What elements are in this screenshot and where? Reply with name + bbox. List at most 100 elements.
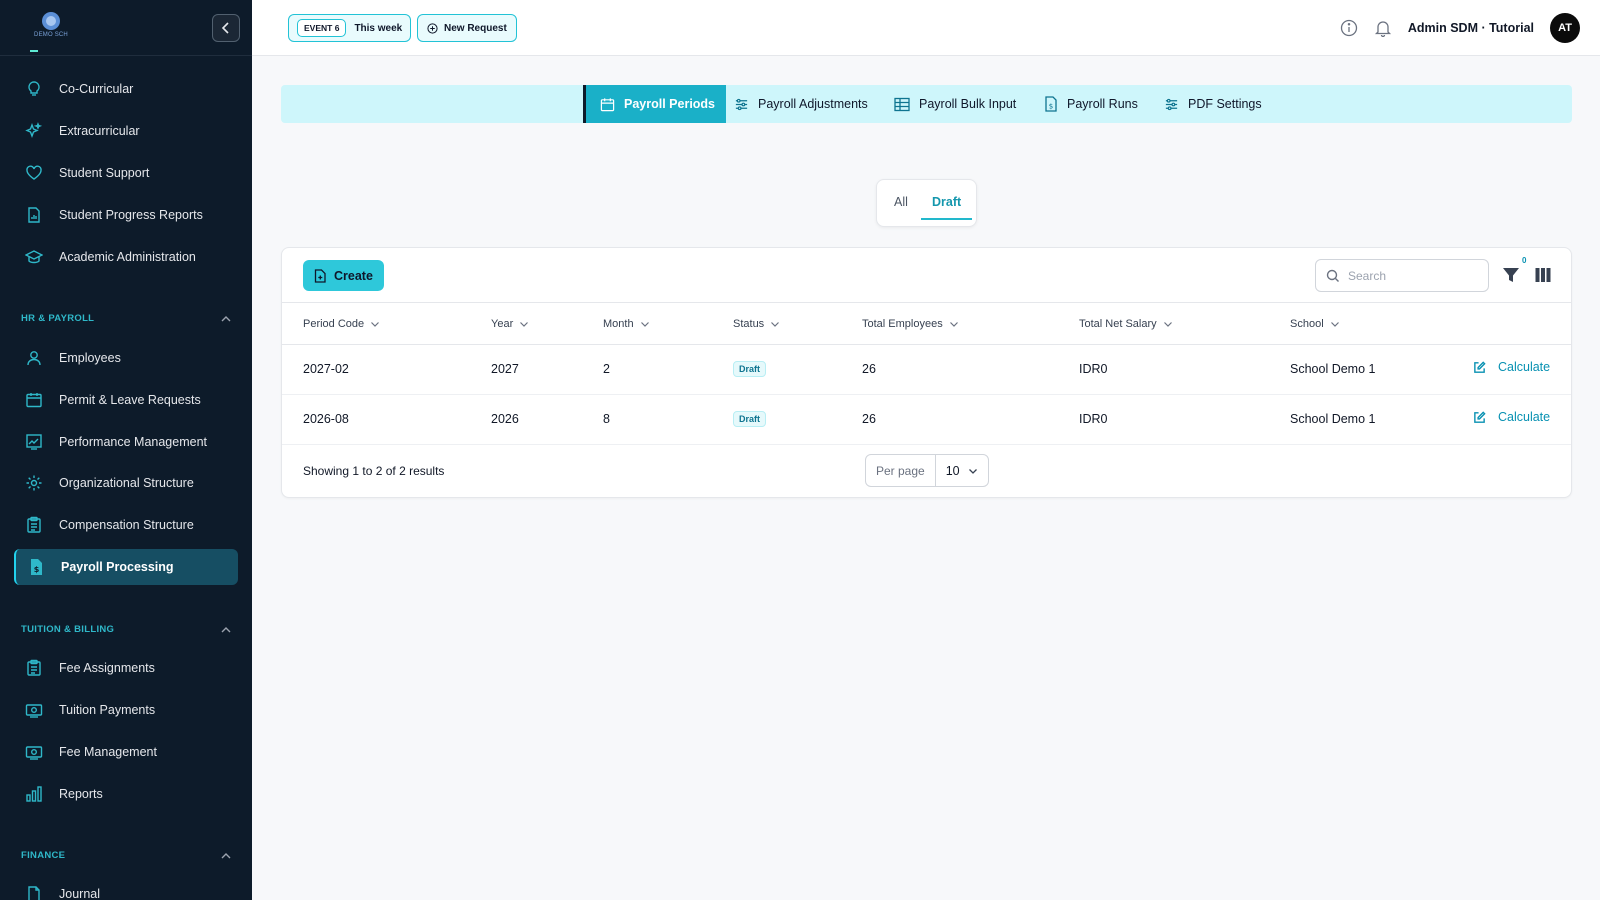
sidebar-header: DEMO SCH <box>0 0 252 56</box>
active-filter-underline <box>921 218 972 220</box>
per-page-value: 10 <box>936 464 988 478</box>
info-icon[interactable] <box>1340 19 1358 37</box>
per-page-select[interactable]: Per page 10 <box>865 454 989 487</box>
cell-school: School Demo 1 <box>1290 412 1376 426</box>
avatar[interactable]: AT <box>1550 13 1580 43</box>
cell-month: 8 <box>603 412 610 426</box>
cell-month: 2 <box>603 362 610 376</box>
sidebar-item-co-curricular[interactable]: Co-Curricular <box>14 71 238 107</box>
column-header-total-employees[interactable]: Total Employees <box>862 318 959 330</box>
search-input[interactable] <box>1348 268 1468 283</box>
columns-icon[interactable] <box>1535 267 1551 283</box>
sidebar-section-tuition-billing[interactable]: TUITION & BILLING <box>21 624 231 635</box>
edit-icon <box>1474 360 1486 373</box>
table-row[interactable]: 2027-02 2027 2 Draft 26 IDR0 School Demo… <box>282 345 1571 395</box>
user-name[interactable]: Admin SDM · Tutorial <box>1408 21 1534 35</box>
chevron-down-icon <box>371 322 380 327</box>
chevron-down-icon <box>1163 322 1172 327</box>
sidebar-item-academic-administration[interactable]: Academic Administration <box>14 239 238 275</box>
user-icon <box>24 348 44 368</box>
sidebar-item-label: Permit & Leave Requests <box>59 393 201 407</box>
calculate-action[interactable]: Calculate <box>1473 360 1550 374</box>
table-header: Period Code Year Month Status Total Empl… <box>282 302 1571 345</box>
edit-icon <box>1474 410 1486 423</box>
chevron-down-icon <box>771 322 780 327</box>
school-logo[interactable]: DEMO SCH <box>34 12 68 40</box>
filter-tab-all[interactable]: All <box>894 195 908 209</box>
table-row[interactable]: 2026-08 2026 8 Draft 26 IDR0 School Demo… <box>282 395 1571 445</box>
sidebar-item-extracurricular[interactable]: Extracurricular <box>14 113 238 149</box>
sidebar-item-performance-management[interactable]: Performance Management <box>14 424 238 460</box>
sidebar-item-employees[interactable]: Employees <box>14 340 238 376</box>
chevron-down-icon <box>640 322 649 327</box>
sparkles-icon <box>24 121 44 141</box>
search-box[interactable] <box>1315 259 1489 292</box>
tab-payroll-bulk-input[interactable]: Payroll Bulk Input <box>894 85 1016 123</box>
svg-text:$: $ <box>34 565 40 574</box>
column-header-period-code[interactable]: Period Code <box>303 318 380 330</box>
payroll-periods-table-card: Create 0 Period Code Year Month Status T… <box>281 247 1572 498</box>
column-header-status[interactable]: Status <box>733 318 780 330</box>
svg-text:$: $ <box>1049 103 1053 111</box>
sidebar-item-reports[interactable]: Reports <box>14 776 238 812</box>
sidebar-item-student-progress-reports[interactable]: Student Progress Reports <box>14 197 238 233</box>
heart-icon <box>24 163 44 183</box>
top-right-controls: Admin SDM · Tutorial AT <box>1340 13 1580 43</box>
filter-tab-draft[interactable]: Draft <box>932 195 961 209</box>
tab-payroll-adjustments[interactable]: Payroll Adjustments <box>734 85 868 123</box>
cell-year: 2026 <box>491 412 519 426</box>
sidebar-collapse-button[interactable] <box>212 14 240 42</box>
sidebar-item-label: Compensation Structure <box>59 518 194 532</box>
sidebar-item-compensation-structure[interactable]: Compensation Structure <box>14 507 238 543</box>
plus-circle-icon <box>427 22 438 34</box>
sidebar-item-label: Co-Curricular <box>59 82 134 96</box>
chevron-up-icon <box>221 315 231 321</box>
chart-icon <box>24 432 44 452</box>
sidebar-item-tuition-payments[interactable]: Tuition Payments <box>14 692 238 728</box>
filter-icon[interactable] <box>1502 265 1520 285</box>
clipboard-icon <box>24 515 44 535</box>
new-request-label: New Request <box>444 22 507 34</box>
column-header-school[interactable]: School <box>1290 318 1340 330</box>
per-page-label: Per page <box>866 455 936 486</box>
sidebar-section-hr-payroll[interactable]: HR & PAYROLL <box>21 313 231 324</box>
sidebar-item-label: Employees <box>59 351 121 365</box>
column-header-total-net-salary[interactable]: Total Net Salary <box>1079 318 1173 330</box>
tab-payroll-periods[interactable]: Payroll Periods <box>583 85 727 123</box>
column-header-month[interactable]: Month <box>603 318 650 330</box>
top-bar: EVENT 6 This week New Request Admin SDM … <box>252 0 1600 56</box>
calculate-label: Calculate <box>1498 360 1551 374</box>
sliders-icon <box>735 98 748 110</box>
sidebar-item-journal[interactable]: Journal <box>14 876 238 900</box>
sidebar-item-fee-assignments[interactable]: Fee Assignments <box>14 650 238 686</box>
event-filter-button[interactable]: EVENT 6 This week <box>288 14 412 42</box>
sidebar-section-finance[interactable]: FINANCE <box>21 850 231 861</box>
sidebar: DEMO SCH Co-Curricular Extracurricular S… <box>0 0 252 900</box>
table-icon <box>894 97 910 111</box>
gear-icon <box>24 473 44 493</box>
sidebar-item-label: Organizational Structure <box>59 476 194 490</box>
tab-label: PDF Settings <box>1188 97 1262 111</box>
cell-year: 2027 <box>491 362 519 376</box>
create-button[interactable]: Create <box>303 260 384 291</box>
sidebar-item-label: Journal <box>59 887 100 900</box>
sidebar-item-payroll-processing[interactable]: $ Payroll Processing <box>14 549 238 585</box>
filter-count-badge: 0 <box>1522 256 1527 265</box>
cell-total-net-salary: IDR0 <box>1079 362 1108 376</box>
new-request-button[interactable]: New Request <box>417 14 517 42</box>
tab-payroll-runs[interactable]: $ Payroll Runs <box>1044 85 1138 123</box>
sidebar-item-organizational-structure[interactable]: Organizational Structure <box>14 465 238 501</box>
calculate-action[interactable]: Calculate <box>1473 410 1550 424</box>
calculate-label: Calculate <box>1498 410 1551 424</box>
sidebar-item-student-support[interactable]: Student Support <box>14 155 238 191</box>
bell-icon[interactable] <box>1374 19 1392 37</box>
banknote-icon <box>24 742 44 762</box>
sidebar-item-label: Payroll Processing <box>61 560 174 574</box>
section-title: TUITION & BILLING <box>21 624 115 635</box>
sidebar-item-permit-leave-requests[interactable]: Permit & Leave Requests <box>14 382 238 418</box>
column-header-year[interactable]: Year <box>491 318 529 330</box>
sidebar-item-fee-management[interactable]: Fee Management <box>14 734 238 770</box>
cell-period-code: 2026-08 <box>303 412 349 426</box>
tab-pdf-settings[interactable]: PDF Settings <box>1164 85 1262 123</box>
sidebar-item-label: Reports <box>59 787 103 801</box>
